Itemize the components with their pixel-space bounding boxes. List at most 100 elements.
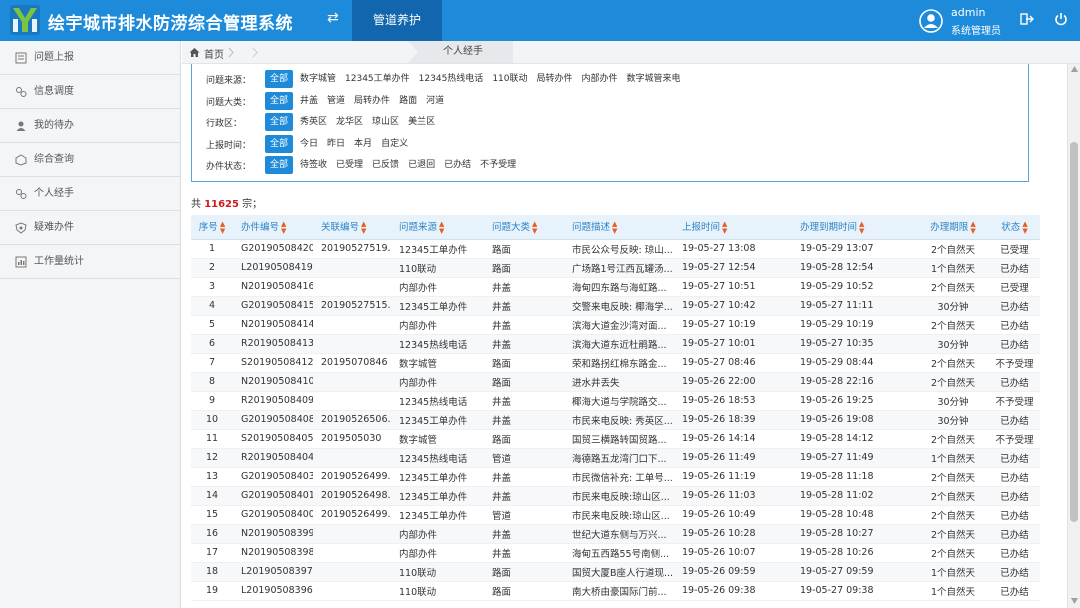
sidebar-item-query[interactable]: 综合查询 [0, 143, 180, 177]
column-header[interactable]: 关联编号 ▲ ▼ [313, 215, 391, 240]
top-bar: 绘宇城市排水防涝综合管理系统 ⇄ 管道养护 admin 系统管理员 [0, 0, 1080, 41]
sidebar-item-personal[interactable]: 个人经手 [0, 177, 180, 211]
filter-option[interactable]: 已反馈 [368, 156, 403, 174]
user-name[interactable]: admin [951, 6, 985, 19]
scrollbar-thumb[interactable] [1070, 142, 1078, 522]
table-row[interactable]: 16 N20190508399 内部办件 井盖 世纪大道东侧与万兴... 19-05-26… [191, 524, 1040, 544]
sort-icon[interactable]: ▲ ▼ [439, 220, 444, 235]
table-row[interactable]: 7 S20190508412 20195070846 数字城管 路面 荣和路拐红棉东路金.… [191, 353, 1040, 373]
filter-option[interactable]: 昨日 [323, 135, 349, 153]
filter-option[interactable]: 本月 [350, 135, 376, 153]
column-header[interactable]: 问题描述 ▲ ▼ [564, 215, 674, 240]
filter-option[interactable]: 秀英区 [296, 113, 331, 131]
table-row[interactable]: 10 G20190508408 20190526506... 12345工单办件 井盖市… [191, 410, 1040, 430]
table-row[interactable]: 8 N20190508410 内部办件 路面 进水井丢失 19-05-26 22:00 19… [191, 372, 1040, 392]
table-row[interactable]: 6 R20190508413 12345热线电话 井盖 滨海大道东近杜鹃路... 19-0… [191, 334, 1040, 354]
scroll-up-icon[interactable] [1071, 66, 1078, 72]
filter-option[interactable]: 井盖 [296, 92, 322, 110]
table-row[interactable]: 18 L20190508397 110联动 路面 国贸大厦B座人行道现... 19-05-… [191, 562, 1040, 582]
table-row[interactable]: 9 R20190508409 12345热线电话 井盖 椰海大道与学院路交... 19-0… [191, 391, 1040, 411]
column-header[interactable]: 问题来源 ▲ ▼ [391, 215, 484, 240]
menu-toggle-icon[interactable]: ⇄ [327, 10, 339, 26]
table-cell: 3 [191, 277, 233, 297]
scroll-down-icon[interactable] [1071, 598, 1078, 604]
table-row[interactable]: 2 L20190508419 110联动 路面 广场路1号江西瓦罐汤... 19-05-2… [191, 258, 1040, 278]
table-row[interactable]: 19 L20190508396 110联动 路面 南大桥由豪国际门前... 19-05-2… [191, 581, 1040, 601]
table-row[interactable]: 1 G20190508420 20190527519... 12345工单办件 路面 市民… [191, 239, 1040, 259]
column-header[interactable]: 序号 ▲ ▼ [191, 215, 233, 240]
column-header[interactable]: 办件编号 ▲ ▼ [233, 215, 313, 240]
table-cell: 18 [191, 562, 233, 582]
filter-option[interactable]: 今日 [296, 135, 322, 153]
filter-option[interactable]: 琼山区 [368, 113, 403, 131]
column-header[interactable]: 办理到期时间 ▲ ▼ [792, 215, 917, 240]
table-cell: 20190527515... [313, 296, 391, 316]
filter-option[interactable]: 全部 [265, 92, 294, 110]
table-cell: 已受理 [989, 239, 1040, 259]
table-row[interactable]: 4 G20190508415 20190527515... 12345工单办件 井盖 交警… [191, 296, 1040, 316]
filter-option[interactable]: 数字城管来电 [623, 70, 685, 88]
vertical-scrollbar[interactable] [1067, 64, 1080, 608]
table-row[interactable]: 12 R20190508404 12345热线电话 管道 海德路五龙湾门口下... 19-… [191, 448, 1040, 468]
filter-option[interactable]: 12345工单办件 [341, 70, 414, 88]
table-row[interactable]: 5 N20190508414 内部办件 井盖 滨海大道金沙湾对面... 19-05-27 … [191, 315, 1040, 335]
filter-option[interactable]: 已退回 [404, 156, 439, 174]
table-cell: 管道 [484, 505, 564, 525]
column-header[interactable]: 上报时间 ▲ ▼ [674, 215, 792, 240]
filter-option[interactable]: 美兰区 [404, 113, 439, 131]
filter-option[interactable]: 12345热线电话 [415, 70, 488, 88]
filter-option[interactable]: 不予受理 [476, 156, 520, 174]
table-cell: 内部办件 [391, 372, 484, 392]
sort-icon[interactable]: ▲ ▼ [361, 220, 366, 235]
home-icon[interactable] [189, 47, 200, 58]
filter-option[interactable]: 全部 [265, 113, 294, 131]
table-cell: 1个自然天 [917, 448, 989, 468]
table-row[interactable]: 15 G20190508400 20190526499... 12345工单办件 管道市… [191, 505, 1040, 525]
filter-option[interactable]: 自定义 [377, 135, 412, 153]
table-cell: 椰海大道与学院路交... [564, 391, 674, 411]
filter-option[interactable]: 路面 [395, 92, 421, 110]
sidebar-item-report[interactable]: 问题上报 [0, 41, 180, 75]
sort-icon[interactable]: ▲ ▼ [970, 220, 975, 235]
filter-option[interactable]: 局转办件 [350, 92, 394, 110]
sidebar-item-dispatch[interactable]: 信息调度 [0, 75, 180, 109]
filter-option[interactable]: 内部办件 [578, 70, 622, 88]
sort-icon[interactable]: ▲ ▼ [722, 220, 727, 235]
table-row[interactable]: 13 G20190508403 20190526499... 12345工单办件 井盖市… [191, 467, 1040, 487]
table-row[interactable]: 14 G20190508401 20190526498... 12345工单办件 井盖市… [191, 486, 1040, 506]
column-header[interactable]: 问题大类 ▲ ▼ [484, 215, 564, 240]
table-row[interactable]: 17 N20190508398 内部办件 井盖 海甸五西路55号南侧... 19-05-2… [191, 543, 1040, 563]
filter-option[interactable]: 龙华区 [332, 113, 367, 131]
sort-icon[interactable]: ▲ ▼ [859, 220, 864, 235]
sort-icon[interactable]: ▲ ▼ [532, 220, 537, 235]
sidebar-item-stats[interactable]: 工作量统计 [0, 245, 180, 279]
table-row[interactable]: 11 S20190508405 2019505030 数字城管 路面 国贸三横路转国贸路.… [191, 429, 1040, 449]
filter-option[interactable]: 已办结 [440, 156, 475, 174]
filter-option[interactable]: 河道 [422, 92, 448, 110]
sidebar-item-difficult[interactable]: 疑难办件 [0, 211, 180, 245]
power-icon[interactable] [1054, 12, 1068, 26]
column-header[interactable]: 状态 ▲ ▼ [989, 215, 1040, 240]
sort-icon[interactable]: ▲ ▼ [281, 220, 286, 235]
breadcrumb-home[interactable]: 首页 [204, 46, 224, 61]
filter-option[interactable]: 已受理 [332, 156, 367, 174]
filter-option[interactable]: 110联动 [488, 70, 531, 88]
column-header-label: 问题描述 [572, 222, 611, 233]
sort-icon[interactable]: ▲ ▼ [612, 220, 617, 235]
sort-icon[interactable]: ▲ ▼ [220, 220, 225, 235]
nav-tab-pipeline-maintenance[interactable]: 管道养护 [352, 0, 442, 41]
user-avatar-icon[interactable] [919, 9, 943, 33]
table-row[interactable]: 3 N20190508416 内部办件 井盖 海甸四东路与海虹路... 19-05-27 … [191, 277, 1040, 297]
sort-icon[interactable]: ▲ ▼ [1022, 220, 1027, 235]
case-table: 序号 ▲ ▼ 办件编号 ▲ ▼ 关联编号 ▲ ▼ 问题来源 ▲ ▼ 问题大类 ▲ ▼ 问题描述 ▲ ▼ 上报时间 ▲ ▼… [191, 215, 1040, 608]
filter-option[interactable]: 全部 [265, 70, 294, 88]
filter-option[interactable]: 数字城管 [296, 70, 340, 88]
logout-icon[interactable] [1020, 12, 1034, 26]
filter-option[interactable]: 全部 [265, 156, 294, 174]
filter-option[interactable]: 局转办件 [533, 70, 577, 88]
filter-option[interactable]: 全部 [265, 135, 294, 153]
sidebar-item-my-todo[interactable]: 我的待办 [0, 109, 180, 143]
filter-option[interactable]: 待签收 [296, 156, 331, 174]
filter-option[interactable]: 管道 [323, 92, 349, 110]
column-header[interactable]: 办理期限 ▲ ▼ [917, 215, 989, 240]
